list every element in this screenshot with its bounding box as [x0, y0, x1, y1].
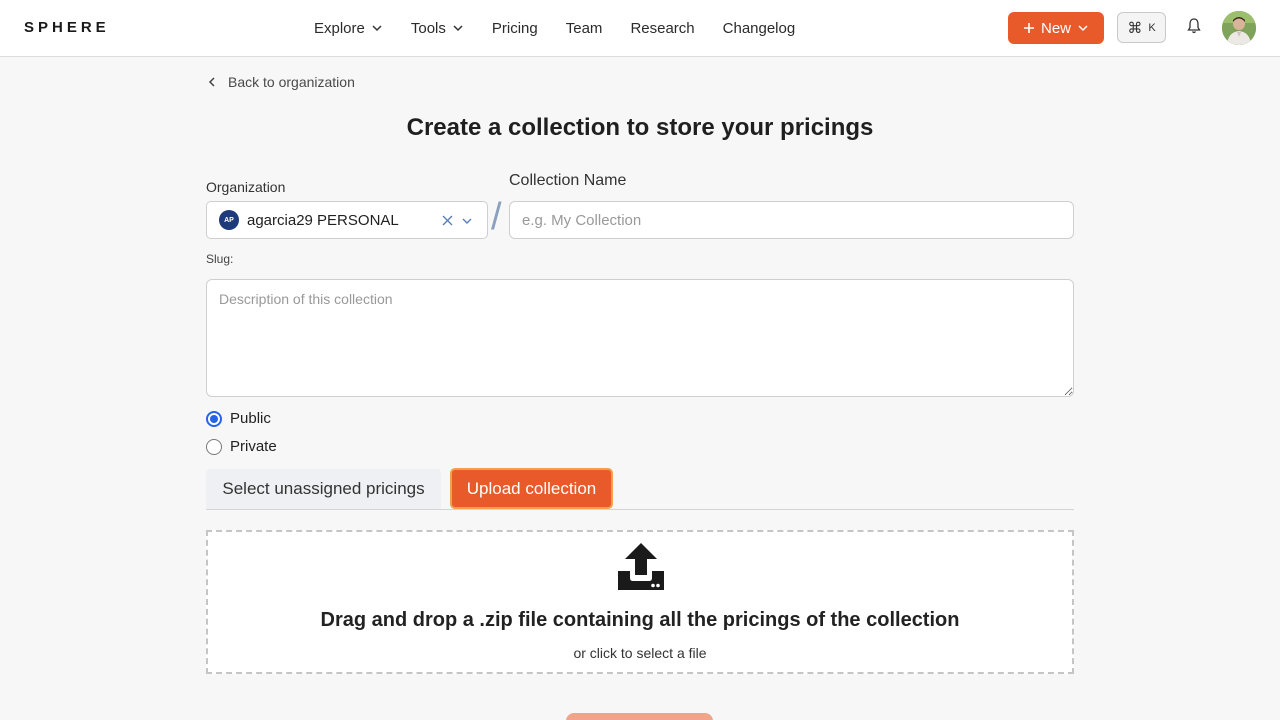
private-radio-option[interactable]: Private [206, 438, 277, 455]
separator-slash: / [491, 196, 502, 238]
organization-label: Organization [206, 179, 286, 195]
organization-badge: AP [219, 210, 239, 230]
nav-team[interactable]: Team [566, 20, 603, 37]
shortcut-key: K [1148, 21, 1156, 34]
nav-changelog-label: Changelog [722, 19, 796, 37]
collection-name-input[interactable] [509, 201, 1074, 239]
nav-team-label: Team [565, 19, 603, 37]
clear-icon[interactable] [441, 214, 454, 227]
chevron-down-icon [372, 25, 382, 32]
chevron-down-icon [1078, 25, 1088, 32]
dropzone-subtitle: or click to select a file [573, 645, 707, 661]
organization-select[interactable]: AP agarcia29 PERSONAL [206, 201, 488, 239]
create-collection-button[interactable] [566, 713, 713, 720]
tab-upload-collection[interactable]: Upload collection [450, 468, 613, 509]
private-radio-label: Private [230, 438, 277, 455]
nav-pricing-label: Pricing [491, 19, 538, 37]
nav-tools-label: Tools [410, 19, 446, 37]
avatar[interactable] [1222, 11, 1256, 45]
nav-pricing[interactable]: Pricing [492, 20, 538, 37]
public-radio-option[interactable]: Public [206, 410, 271, 427]
tab-select-unassigned-pricings[interactable]: Select unassigned pricings [206, 469, 441, 509]
main-nav: Explore Tools Pricing Team Research Chan… [314, 0, 795, 56]
user-photo-icon [1222, 11, 1256, 45]
upload-icon [618, 543, 664, 590]
nav-research-label: Research [630, 19, 695, 37]
collection-source-tabs: Select unassigned pricings Upload collec… [206, 468, 1074, 510]
top-navbar: SPHERE Explore Tools Pricing Team Resear… [0, 0, 1280, 57]
slug-label: Slug: [206, 252, 234, 266]
nav-research[interactable]: Research [630, 20, 694, 37]
chevron-down-icon [453, 25, 463, 32]
chevron-down-icon[interactable] [461, 215, 473, 227]
back-link-label: Back to organization [228, 74, 355, 90]
command-palette-button[interactable]: ⌘ K [1117, 12, 1166, 43]
bell-icon[interactable] [1186, 17, 1202, 35]
public-radio[interactable] [206, 410, 222, 427]
collection-name-label: Collection Name [509, 172, 627, 189]
new-button[interactable]: New [1008, 12, 1104, 44]
new-button-label: New [1040, 19, 1071, 37]
chevron-left-icon [208, 77, 215, 87]
public-radio-label: Public [230, 410, 271, 427]
command-key-icon: ⌘ [1127, 19, 1143, 37]
nav-explore[interactable]: Explore [314, 20, 383, 37]
logo[interactable]: SPHERE [24, 19, 110, 36]
nav-changelog[interactable]: Changelog [723, 20, 796, 37]
page-title: Create a collection to store your pricin… [406, 114, 874, 141]
organization-selected-value: agarcia29 PERSONAL [247, 211, 399, 229]
dropzone-title: Drag and drop a .zip file containing all… [320, 609, 960, 631]
file-dropzone[interactable]: Drag and drop a .zip file containing all… [206, 530, 1074, 674]
plus-icon [1023, 23, 1034, 33]
nav-explore-label: Explore [314, 19, 365, 37]
private-radio[interactable] [206, 438, 222, 455]
nav-tools[interactable]: Tools [411, 20, 464, 37]
back-to-organization-link[interactable]: Back to organization [206, 74, 355, 90]
description-textarea[interactable] [206, 279, 1074, 397]
